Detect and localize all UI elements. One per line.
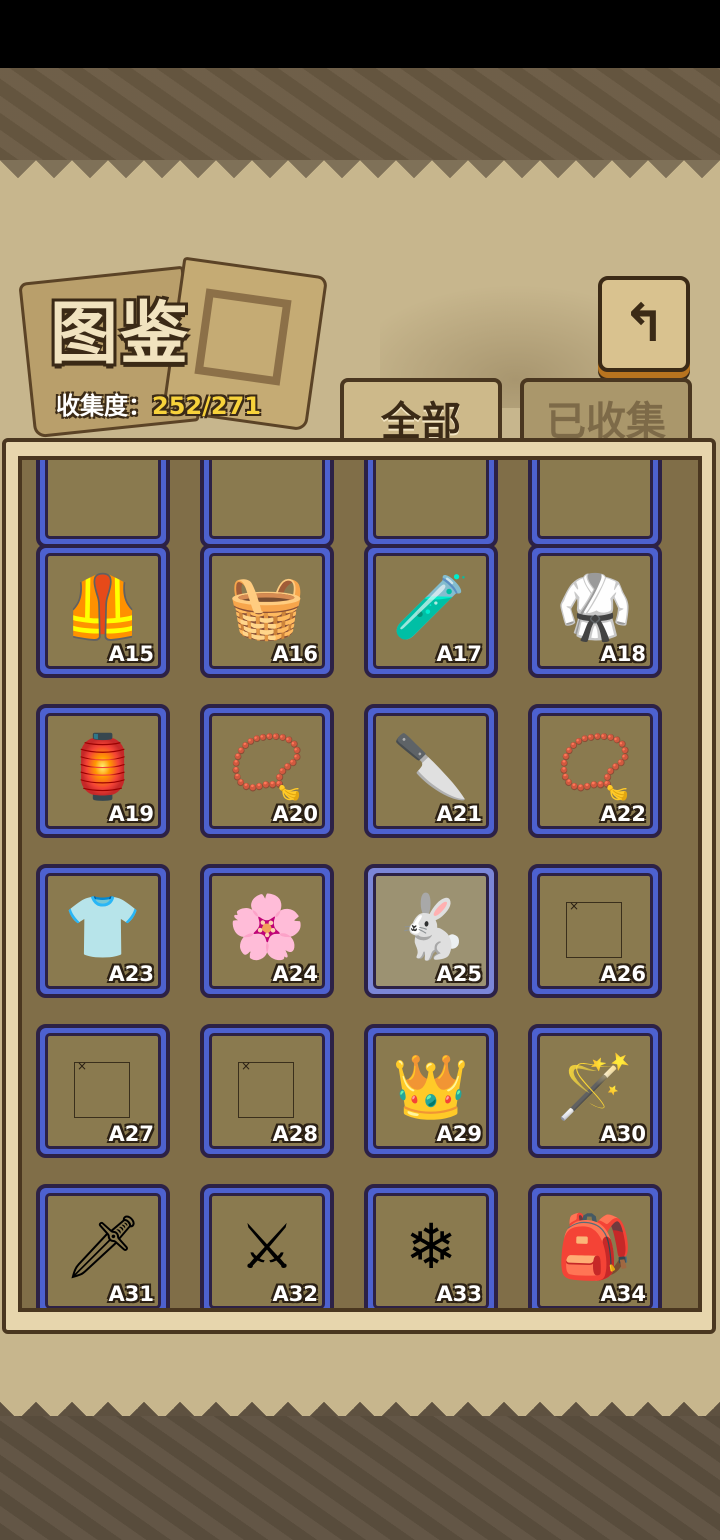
item-code: A28 (272, 1122, 318, 1146)
item-slot-frame: A28 (209, 1033, 325, 1149)
item-code: A17 (436, 642, 482, 666)
item-slot[interactable] (200, 460, 334, 548)
return-arrow-icon: ↰ (622, 294, 666, 354)
lantern-icon: 🏮 (64, 729, 142, 803)
collection-value: 252/271 (152, 392, 261, 420)
item-slot[interactable]: 🐇 A25 (364, 864, 498, 998)
item-slot-frame: ⚔ A32 (209, 1193, 325, 1308)
pompom-icon: 🌸 (228, 889, 306, 963)
collection-progress: 收集度：252/271 (56, 386, 261, 421)
ice-crystal-icon: ❄ (405, 1209, 457, 1283)
item-slot-frame: 🔪 A21 (373, 713, 489, 829)
item-code: A23 (108, 962, 154, 986)
item-slot-frame: A26 (537, 873, 653, 989)
item-slot-frame: A27 (45, 1033, 161, 1149)
item-code: A18 (600, 642, 646, 666)
curved-knife-icon: 🔪 (392, 729, 470, 803)
item-slot[interactable]: 🧪 A17 (364, 544, 498, 678)
item-code: A29 (436, 1122, 482, 1146)
item-code: A27 (108, 1122, 154, 1146)
dark-vest-icon: 🥋 (556, 569, 634, 643)
item-slot-frame (537, 460, 653, 539)
basket-icon: 🧺 (228, 569, 306, 643)
missing-image-icon (74, 1059, 130, 1118)
item-slot[interactable]: 🥋 A18 (528, 544, 662, 678)
item-code: A34 (600, 1282, 646, 1306)
item-code: A20 (272, 802, 318, 826)
item-slot[interactable]: 🔪 A21 (364, 704, 498, 838)
map-background-top (0, 68, 720, 164)
item-slot-frame: ❄ A33 (373, 1193, 489, 1308)
item-code: A16 (272, 642, 318, 666)
item-slot[interactable]: 🎒 A34 (528, 1184, 662, 1308)
item-slot-frame: 📿 A20 (209, 713, 325, 829)
scepter-icon: 🪄 (556, 1049, 634, 1123)
item-slot-frame (45, 460, 161, 539)
sabre-icon: ⚔ (239, 1209, 295, 1283)
jeweled-crown-icon: 👑 (392, 1049, 470, 1123)
item-code: A24 (272, 962, 318, 986)
item-code: A26 (600, 962, 646, 986)
item-code: A25 (436, 962, 482, 986)
sweater-icon: 👕 (64, 889, 142, 963)
item-code: A30 (600, 1122, 646, 1146)
item-grid-viewport[interactable]: 🦺 A15 🧺 A16 🧪 A17 🥋 A18 🏮 A19 📿 A20 🔪 A21 📿 A22 👕 A23 🌸 A24… (18, 456, 702, 1312)
item-slot[interactable]: A27 (36, 1024, 170, 1158)
item-code: A32 (272, 1282, 318, 1306)
item-code: A33 (436, 1282, 482, 1306)
item-slot[interactable]: 🗡 A31 (36, 1184, 170, 1308)
item-slot-frame: 📿 A22 (537, 713, 653, 829)
item-slot[interactable]: A26 (528, 864, 662, 998)
status-bar (0, 0, 720, 68)
item-code: A19 (108, 802, 154, 826)
item-slot[interactable]: 👕 A23 (36, 864, 170, 998)
item-slot-frame: 🧺 A16 (209, 553, 325, 669)
item-slot[interactable] (364, 460, 498, 548)
item-slot-frame: 🌸 A24 (209, 873, 325, 989)
item-slot[interactable] (36, 460, 170, 548)
item-code: A15 (108, 642, 154, 666)
map-background-bottom (0, 1416, 720, 1540)
item-slot[interactable]: 📿 A22 (528, 704, 662, 838)
missing-image-icon (566, 899, 622, 958)
item-slot[interactable]: 🦺 A15 (36, 544, 170, 678)
item-slot[interactable]: 🪄 A30 (528, 1024, 662, 1158)
backpack-icon: 🎒 (556, 1209, 634, 1283)
item-slot[interactable]: 🏮 A19 (36, 704, 170, 838)
item-slot[interactable]: ❄ A33 (364, 1184, 498, 1308)
back-button[interactable]: ↰ (598, 276, 690, 372)
item-slot[interactable]: 👑 A29 (364, 1024, 498, 1158)
item-slot[interactable]: 🌸 A24 (200, 864, 334, 998)
page-title: 图鉴 (50, 295, 191, 374)
item-slot-frame: 🧪 A17 (373, 553, 489, 669)
item-slot[interactable]: 🧺 A16 (200, 544, 334, 678)
item-code: A21 (436, 802, 482, 826)
item-slot-frame (373, 460, 489, 539)
sword-icon: 🗡 (63, 1209, 143, 1283)
leather-armor-icon: 🦺 (64, 569, 142, 643)
item-slot-frame: 🎒 A34 (537, 1193, 653, 1308)
item-slot-frame: 🥋 A18 (537, 553, 653, 669)
item-slot[interactable]: A28 (200, 1024, 334, 1158)
potion-bottle-icon: 🧪 (392, 569, 470, 643)
item-slot[interactable]: ⚔ A32 (200, 1184, 334, 1308)
item-code: A22 (600, 802, 646, 826)
missing-image-icon (238, 1059, 294, 1118)
item-slot[interactable] (528, 460, 662, 548)
item-slot-frame: 🪄 A30 (537, 1033, 653, 1149)
item-slot-frame: 🏮 A19 (45, 713, 161, 829)
item-slot-frame: 🐇 A25 (373, 873, 489, 989)
item-slot-frame: 👕 A23 (45, 873, 161, 989)
item-slot[interactable]: 📿 A20 (200, 704, 334, 838)
rabbit-foot-icon: 🐇 (392, 889, 470, 963)
collection-label: 收集度： (56, 392, 152, 420)
gold-necklace-icon: 📿 (228, 729, 306, 803)
beaded-necklace-icon: 📿 (556, 729, 634, 803)
item-slot-frame: 🦺 A15 (45, 553, 161, 669)
item-code: A31 (108, 1282, 154, 1306)
item-slot-frame: 👑 A29 (373, 1033, 489, 1149)
item-slot-frame: 🗡 A31 (45, 1193, 161, 1308)
item-slot-frame (209, 460, 325, 539)
